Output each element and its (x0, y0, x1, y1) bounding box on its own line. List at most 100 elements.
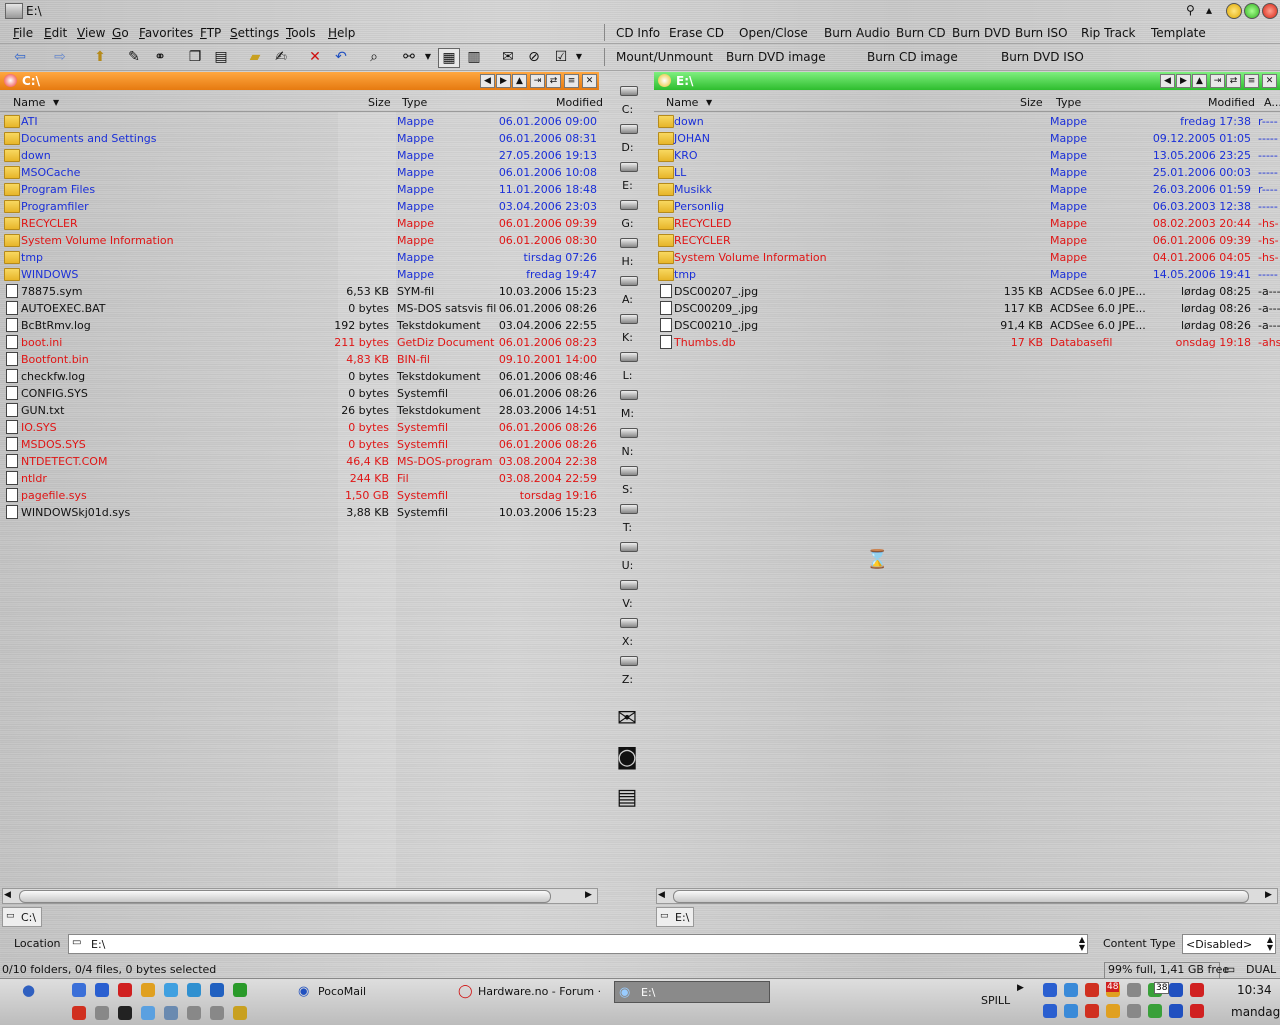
tray-temp-2[interactable]: 38 (1154, 982, 1170, 994)
open-close-button[interactable]: Open/Close (739, 26, 808, 40)
table-row[interactable]: WINDOWSkj01d.sys 3,88 KB Systemfil 10.03.20… (0, 504, 599, 521)
close-button[interactable] (1262, 3, 1278, 19)
drive-icon[interactable] (620, 504, 638, 514)
scroll-right-icon[interactable]: ▶ (1265, 890, 1272, 900)
table-row[interactable]: MSOCache Mappe 06.01.2006 10:08 (0, 164, 599, 181)
right-panel-header[interactable]: E:\ ◀ ▶ ▲ ⇥ ⇄ ≡ ✕ (654, 72, 1280, 90)
content-type-select[interactable]: <Disabled> ▲ ▼ (1182, 934, 1276, 954)
table-row[interactable]: IO.SYS 0 bytes Systemfil 06.01.2006 08:26 (0, 419, 599, 436)
task-hardware-forum[interactable]: ◯ Hardware.no - Forum · (456, 981, 606, 1001)
details-view-icon[interactable]: ▦ (438, 48, 460, 68)
back-icon[interactable]: ◀ (480, 74, 495, 88)
drive-button[interactable]: H: (603, 255, 652, 268)
table-row[interactable]: System Volume Information Mappe 06.01.2006… (0, 232, 599, 249)
quick-launch-icon[interactable] (233, 983, 247, 997)
history-icon[interactable]: ⇥ (530, 74, 545, 88)
task-explorer[interactable]: ◉ E:\ (614, 981, 770, 1003)
table-row[interactable]: JOHAN Mappe 09.12.2005 01:05 ----- (654, 130, 1280, 147)
drive-icon[interactable] (620, 238, 638, 248)
delete-icon[interactable]: ✕ (305, 48, 325, 66)
up-icon[interactable]: ▲ (1192, 74, 1207, 88)
copy-icon[interactable]: ❐ (185, 48, 205, 66)
drive-icon[interactable] (620, 542, 638, 552)
clear-icon[interactable]: ⊘ (524, 48, 544, 66)
tray-icon[interactable] (1127, 1004, 1141, 1018)
right-horizontal-scrollbar[interactable]: ◀ ▶ (656, 888, 1278, 904)
quick-launch-icon[interactable] (95, 983, 109, 997)
table-row[interactable]: DSC00207_.jpg 135 KB ACDSee 6.0 JPE... lørd… (654, 283, 1280, 300)
properties-icon[interactable]: ☑ (551, 48, 571, 66)
task-pocomail[interactable]: ◉ PocoMail (296, 981, 446, 1001)
drive-button[interactable]: C: (603, 103, 652, 116)
column-name[interactable]: Name (666, 96, 698, 109)
tray-icon[interactable] (1043, 1004, 1057, 1018)
camera-icon[interactable]: ◙ (612, 744, 642, 772)
quick-launch-icon[interactable] (187, 1006, 201, 1020)
table-row[interactable]: GUN.txt 26 bytes Tekstdokument 28.03.2006 1… (0, 402, 599, 419)
right-panel-tab[interactable]: ▭ E:\ (656, 907, 694, 927)
table-row[interactable]: tmp Mappe tirsdag 07:26 (0, 249, 599, 266)
burn-iso-button[interactable]: Burn ISO (1015, 26, 1068, 40)
table-row[interactable]: BcBtRmv.log 192 bytes Tekstdokument 03.04.2… (0, 317, 599, 334)
table-row[interactable]: ATI Mappe 06.01.2006 09:00 (0, 113, 599, 130)
drive-button[interactable]: Z: (603, 673, 652, 686)
cd-info-button[interactable]: CD Info (616, 26, 660, 40)
split-view-icon[interactable]: ▥ (464, 48, 484, 66)
spill-label[interactable]: SPILL (981, 994, 1010, 1007)
left-panel-header[interactable]: C:\ ◀ ▶ ▲ ⇥ ⇄ ≡ ✕ (0, 72, 599, 90)
menu-help[interactable]: Help (328, 26, 355, 40)
scrollbar-thumb[interactable] (19, 890, 551, 903)
table-row[interactable]: RECYCLER Mappe 06.01.2006 09:39 -hs- (654, 232, 1280, 249)
swap-icon[interactable]: ⇄ (1226, 74, 1241, 88)
tray-icon[interactable] (1106, 1004, 1120, 1018)
table-row[interactable]: System Volume Information Mappe 04.01.2006… (654, 249, 1280, 266)
column-type[interactable]: Type (402, 96, 427, 109)
folder-up-icon[interactable]: ⬆ (90, 48, 110, 66)
quick-launch-icon[interactable] (164, 1006, 178, 1020)
drive-button[interactable]: K: (603, 331, 652, 344)
menu-go[interactable]: Go (112, 26, 129, 40)
menu-tools[interactable]: Tools (286, 26, 316, 40)
menu-favorites[interactable]: Favorites (139, 26, 193, 40)
table-row[interactable]: Programfiler Mappe 03.04.2006 23:03 (0, 198, 599, 215)
tray-icon[interactable] (1064, 1004, 1078, 1018)
erase-cd-button[interactable]: Erase CD (669, 26, 724, 40)
location-input[interactable]: ▭ E:\ ▲ ▼ (68, 934, 1088, 954)
chevron-down-icon[interactable]: ▼ (574, 48, 584, 66)
table-row[interactable]: ntldr 244 KB Fil 03.08.2004 22:59 (0, 470, 599, 487)
drive-icon[interactable] (620, 428, 638, 438)
drive-button[interactable]: X: (603, 635, 652, 648)
burn-cd-button[interactable]: Burn CD (896, 26, 946, 40)
rollup-icon[interactable]: ▴ (1206, 3, 1212, 17)
drive-icon[interactable] (620, 124, 638, 134)
drive-icon[interactable] (620, 656, 638, 666)
quick-launch-icon[interactable] (210, 1006, 224, 1020)
menu-settings[interactable]: Settings (230, 26, 279, 40)
burn-dvd-iso-button[interactable]: Burn DVD ISO (1001, 50, 1084, 64)
drive-icon[interactable] (620, 276, 638, 286)
drive-icon[interactable] (620, 200, 638, 210)
scrollbar-thumb[interactable] (673, 890, 1249, 903)
drive-icon[interactable] (620, 314, 638, 324)
drive-icon[interactable] (620, 352, 638, 362)
binoculars-icon[interactable]: ⚯ (399, 48, 419, 66)
left-panel-tab[interactable]: ▭ C:\ (2, 907, 42, 927)
drive-icon[interactable] (620, 86, 638, 96)
undo-icon[interactable]: ↶ (331, 48, 351, 66)
spin-icon[interactable]: ▲ ▼ (1079, 936, 1085, 952)
paste-icon[interactable]: ▤ (211, 48, 231, 66)
quick-launch-icon[interactable] (118, 1006, 132, 1020)
table-row[interactable]: down Mappe 27.05.2006 19:13 (0, 147, 599, 164)
quick-launch-icon[interactable] (187, 983, 201, 997)
menu-view[interactable]: View (77, 26, 105, 40)
swap-icon[interactable]: ⇄ (546, 74, 561, 88)
drive-icon[interactable] (620, 390, 638, 400)
drive-button[interactable]: S: (603, 483, 652, 496)
drive-icon[interactable] (620, 580, 638, 590)
tray-icon[interactable] (1169, 983, 1183, 997)
quick-launch-icon[interactable] (210, 983, 224, 997)
column-modified[interactable]: Modified (556, 96, 603, 109)
history-icon[interactable]: ⇥ (1210, 74, 1225, 88)
drive-button[interactable]: D: (603, 141, 652, 154)
mount-unmount-button[interactable]: Mount/Unmount (616, 50, 713, 64)
